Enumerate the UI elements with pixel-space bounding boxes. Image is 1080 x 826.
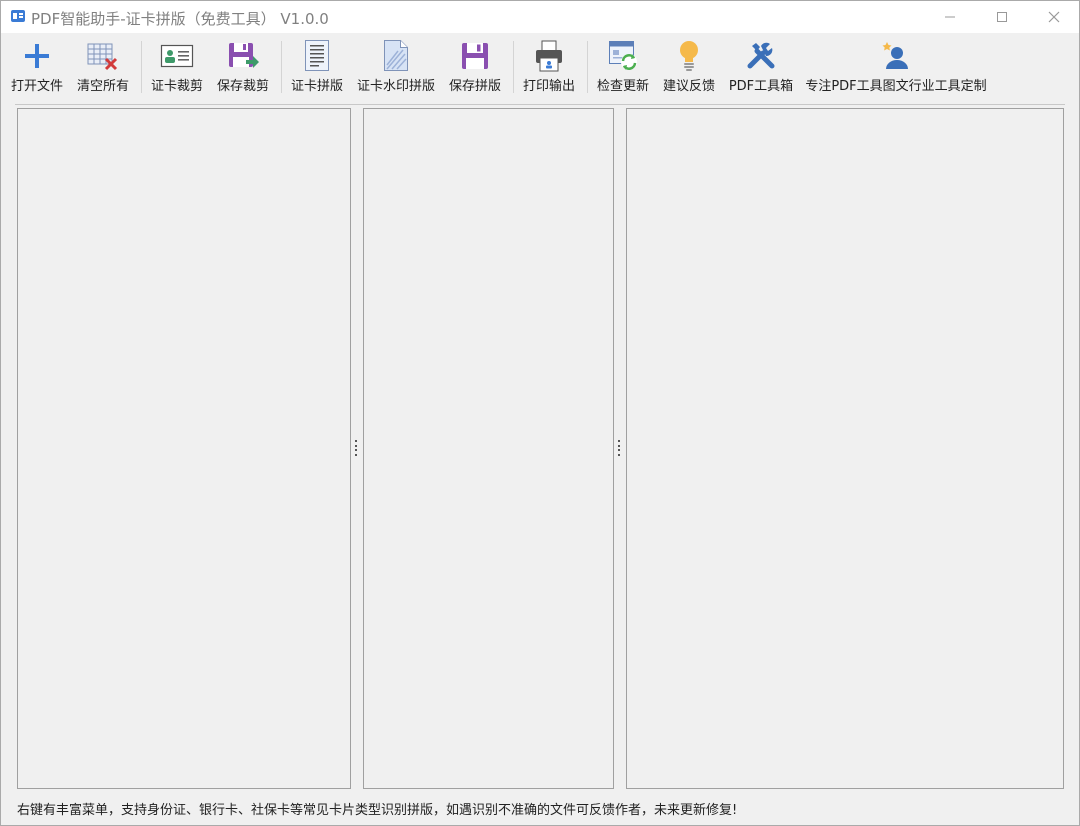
- feedback-button[interactable]: 建议反馈: [659, 35, 719, 99]
- minimize-icon: [945, 16, 955, 18]
- id-card-icon: [160, 44, 194, 68]
- splitter-left[interactable]: [354, 440, 358, 456]
- print-output-button[interactable]: 打印输出: [519, 35, 579, 99]
- app-window: PDF智能助手-证卡拼版（免费工具） V1.0.0 打开文件 清空所有 证卡裁剪…: [0, 0, 1080, 826]
- feedback-label: 建议反馈: [662, 79, 715, 94]
- id-crop-button[interactable]: 证卡裁剪: [147, 35, 207, 99]
- toolbar: 打开文件 清空所有 证卡裁剪 保存裁剪 证卡拼版 证卡水印拼版 保存拼版 打印输…: [1, 35, 1079, 101]
- id-layout-label: 证卡拼版: [290, 79, 343, 94]
- id-crop-label: 证卡裁剪: [150, 79, 203, 94]
- open-file-button[interactable]: 打开文件: [9, 35, 65, 99]
- toolbar-separator: [141, 41, 142, 93]
- toolbar-separator: [513, 41, 514, 93]
- pdf-toolbox-label: PDF工具箱: [728, 79, 794, 94]
- save-crop-button[interactable]: 保存裁剪: [213, 35, 273, 99]
- status-text: 右键有丰富菜单，支持身份证、银行卡、社保卡等常见卡片类型识别拼版，如遇识别不准确…: [17, 803, 738, 818]
- update-refresh-icon: [609, 41, 637, 70]
- save-crop-label: 保存裁剪: [216, 79, 269, 94]
- toolbar-separator: [587, 41, 588, 93]
- minimize-button[interactable]: [925, 1, 975, 33]
- check-update-button[interactable]: 检查更新: [593, 35, 653, 99]
- save-layout-button[interactable]: 保存拼版: [445, 35, 505, 99]
- custom-tools-button[interactable]: 专注PDF工具图文行业工具定制: [803, 35, 989, 99]
- lightbulb-icon: [680, 41, 698, 71]
- crop-preview-panel[interactable]: [363, 108, 614, 789]
- clear-all-button[interactable]: 清空所有: [73, 35, 133, 99]
- clear-all-label: 清空所有: [76, 79, 129, 94]
- document-layout-icon: [305, 40, 329, 71]
- save-layout-label: 保存拼版: [448, 79, 501, 94]
- maximize-button[interactable]: [977, 1, 1027, 33]
- watermark-document-icon: [384, 40, 408, 71]
- clear-grid-icon: [87, 43, 118, 71]
- check-update-label: 检查更新: [596, 79, 649, 94]
- splitter-right[interactable]: [617, 440, 621, 456]
- title-bar: PDF智能助手-证卡拼版（免费工具） V1.0.0: [1, 1, 1079, 33]
- window-title: PDF智能助手-证卡拼版（免费工具） V1.0.0: [31, 10, 329, 28]
- custom-tools-label: 专注PDF工具图文行业工具定制: [805, 79, 987, 94]
- toolbar-separator: [281, 41, 282, 93]
- tools-icon: [747, 42, 775, 69]
- close-icon: [1048, 11, 1060, 23]
- close-button[interactable]: [1029, 1, 1079, 33]
- save-export-icon: [229, 43, 259, 68]
- id-watermark-layout-label: 证卡水印拼版: [356, 79, 435, 94]
- print-output-label: 打印输出: [522, 79, 575, 94]
- printer-icon: [536, 40, 562, 72]
- plus-icon: [25, 44, 49, 68]
- user-star-icon: [882, 42, 908, 69]
- open-file-label: 打开文件: [10, 79, 63, 94]
- layout-preview-panel[interactable]: [626, 108, 1064, 789]
- maximize-icon: [997, 12, 1007, 22]
- id-watermark-layout-button[interactable]: 证卡水印拼版: [353, 35, 439, 99]
- source-file-panel[interactable]: [17, 108, 351, 789]
- app-icon: [11, 10, 25, 22]
- pdf-toolbox-button[interactable]: PDF工具箱: [725, 35, 797, 99]
- save-icon: [462, 43, 488, 69]
- id-layout-button[interactable]: 证卡拼版: [287, 35, 347, 99]
